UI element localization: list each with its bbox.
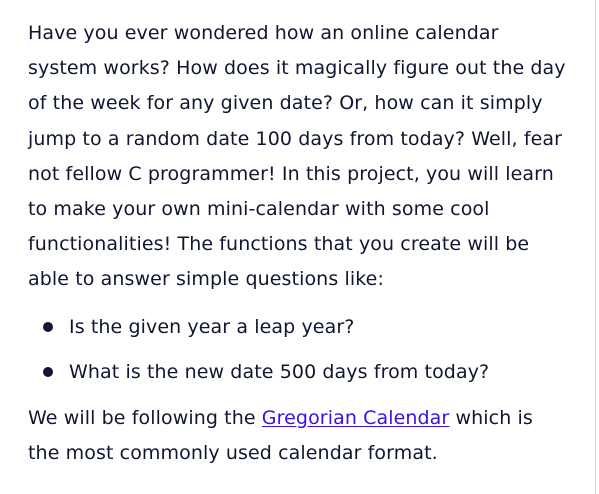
list-item: What is the new date 500 days from today…	[28, 361, 595, 383]
bullet-icon	[43, 321, 53, 332]
list-item-text: What is the new date 500 days from today…	[69, 360, 490, 383]
project-description-panel: Have you ever wondered how an online cal…	[0, 0, 596, 494]
list-item: Is the given year a leap year?	[28, 316, 595, 338]
bullet-icon	[43, 366, 53, 377]
gregorian-calendar-link[interactable]: Gregorian Calendar	[262, 407, 450, 429]
list-item-text: Is the given year a leap year?	[69, 315, 355, 338]
intro-paragraph: Have you ever wondered how an online cal…	[28, 22, 566, 291]
questions-list: Is the given year a leap year? What is t…	[28, 316, 595, 383]
outro-text-before: We will be following the	[28, 406, 262, 429]
outro-paragraph: We will be following the Gregorian Calen…	[28, 401, 568, 471]
